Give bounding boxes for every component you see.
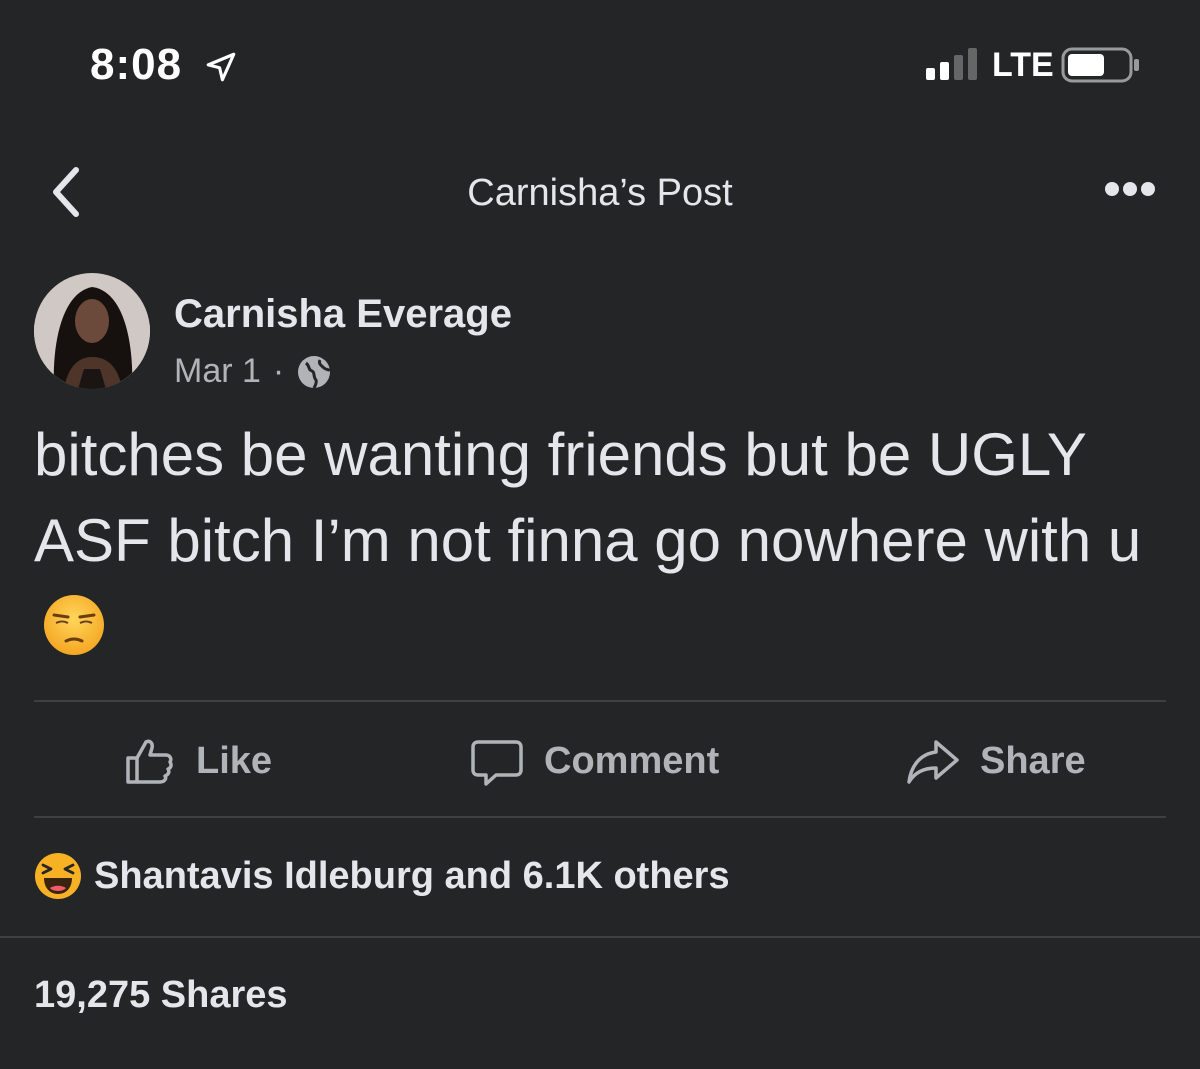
cellular-signal-icon — [926, 48, 977, 80]
divider — [34, 700, 1166, 702]
post-body: bitches be wanting friends but be UGLY A… — [34, 421, 1142, 574]
page-title: Carnisha’s Post — [467, 172, 733, 214]
divider — [0, 936, 1200, 938]
more-dots-icon[interactable] — [1104, 180, 1156, 198]
like-label: Like — [196, 739, 273, 782]
reactions-text: Shantavis Idleburg and 6.1K others — [94, 854, 730, 897]
comment-bubble-icon — [471, 740, 523, 786]
divider — [34, 816, 1166, 818]
reactions-summary[interactable]: Shantavis Idleburg and 6.1K others — [34, 852, 730, 900]
avatar-image — [34, 273, 150, 389]
location-arrow-icon — [206, 52, 236, 82]
status-time: 8:08 — [90, 40, 183, 89]
post-text: bitches be wanting friends but be UGLY A… — [34, 412, 1164, 670]
share-button[interactable]: Share — [906, 734, 1086, 788]
haha-reaction-icon — [35, 853, 81, 899]
like-button[interactable]: Like — [122, 734, 272, 788]
action-bar: Like Comment Share — [34, 704, 1166, 816]
share-label: Share — [980, 739, 1086, 782]
globe-icon — [298, 355, 332, 389]
thumbs-up-icon — [126, 739, 173, 784]
comment-label: Comment — [544, 739, 720, 782]
share-arrow-icon — [907, 740, 959, 784]
avatar[interactable] — [34, 273, 150, 389]
post-meta: Mar 1 · — [174, 352, 332, 391]
comment-button[interactable]: Comment — [470, 734, 719, 788]
unamused-face-emoji — [44, 595, 104, 655]
author-name[interactable]: Carnisha Everage — [174, 292, 512, 337]
status-bar: 8:08 LTE — [0, 0, 1200, 130]
shares-count[interactable]: 19,275 Shares — [34, 974, 288, 1017]
meta-separator: · — [272, 352, 285, 390]
network-type: LTE — [992, 46, 1054, 84]
nav-header: Carnisha’s Post — [0, 150, 1200, 240]
post-screen: 8:08 LTE Carnisha’s Post Carnisha Everag… — [0, 0, 1200, 1069]
battery-icon — [1061, 47, 1139, 83]
post-date[interactable]: Mar 1 — [174, 352, 261, 391]
